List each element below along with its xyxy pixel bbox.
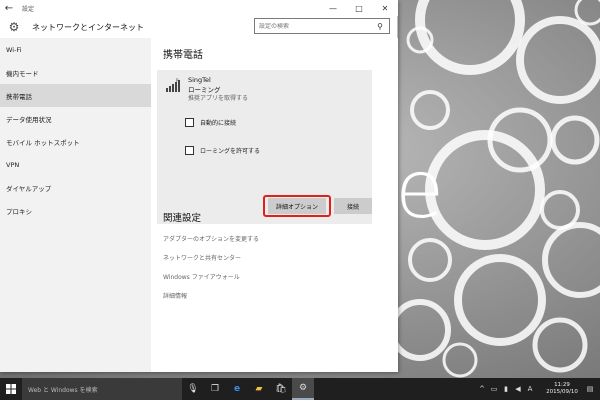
network-icon[interactable]: ▮ [500, 378, 512, 400]
back-button[interactable]: ← [0, 0, 18, 16]
sidebar-item-wifi[interactable]: Wi-Fi [0, 38, 151, 61]
taskbar: Web と Windows を検索 🎙 ❐ e ▰ 🛍 ⚙ ^ ▭ ▮ ◀ A … [0, 378, 600, 400]
auto-connect-checkbox[interactable] [185, 118, 194, 127]
sidebar-item-mobile-hotspot[interactable]: モバイル ホットスポット [0, 130, 151, 153]
windows-logo-icon [6, 384, 16, 394]
settings-header: ⚙ ネットワークとインターネット ⚲ [0, 16, 398, 38]
allow-roaming-row[interactable]: ローミングを許可する [185, 146, 260, 155]
search-input[interactable] [255, 22, 373, 30]
store-icon[interactable]: 🛍 [270, 378, 292, 400]
sidebar-item-cellular[interactable]: 携帯電話 [0, 84, 151, 107]
ime-icon[interactable]: A [524, 378, 536, 400]
network-card[interactable]: R SingTel ローミング 推奨アプリを取得する 自動的に接続 ローミングを… [157, 70, 372, 224]
edge-icon[interactable]: e [226, 378, 248, 400]
sidebar-item-data-usage[interactable]: データ使用状況 [0, 107, 151, 130]
settings-app-icon[interactable]: ⚙ [292, 378, 314, 400]
minimize-button[interactable]: — [320, 0, 346, 16]
link-more-info[interactable]: 詳細情報 [163, 291, 187, 300]
link-adapter-options[interactable]: アダプターのオプションを変更する [163, 234, 259, 243]
related-settings-title: 関連設定 [163, 213, 202, 224]
get-apps-link[interactable]: 推奨アプリを取得する [188, 93, 248, 102]
volume-icon[interactable]: ◀ [512, 378, 524, 400]
page-title: 携帯電話 [163, 50, 203, 61]
svg-text:R: R [176, 78, 179, 83]
close-button[interactable]: ✕ [372, 0, 398, 16]
link-network-sharing-center[interactable]: ネットワークと共有センター [163, 253, 241, 262]
advanced-options-button[interactable]: 詳細オプション [268, 198, 326, 214]
file-explorer-icon[interactable]: ▰ [248, 378, 270, 400]
link-windows-firewall[interactable]: Windows ファイアウォール [163, 272, 240, 281]
tray-chevron-icon[interactable]: ^ [476, 378, 488, 400]
search-icon[interactable]: ⚲ [373, 22, 387, 31]
auto-connect-row[interactable]: 自動的に接続 [185, 118, 236, 127]
notifications-icon[interactable]: ▤ [584, 385, 596, 393]
taskbar-search[interactable]: Web と Windows を検索 [22, 378, 182, 400]
sidebar-item-airplane-mode[interactable]: 機内モード [0, 61, 151, 84]
allow-roaming-label: ローミングを許可する [200, 148, 261, 155]
sidebar-item-vpn[interactable]: VPN [0, 153, 151, 176]
settings-window: ← 設定 — □ ✕ ⚙ ネットワークとインターネット ⚲ Wi-Fi 機内モー… [0, 0, 398, 372]
auto-connect-label: 自動的に接続 [200, 120, 237, 127]
gear-icon: ⚙ [8, 20, 20, 34]
sidebar-item-dialup[interactable]: ダイヤルアップ [0, 176, 151, 199]
clock[interactable]: 11:29 2015/09/10 [540, 382, 584, 396]
connect-button[interactable]: 接続 [334, 198, 372, 214]
clock-date: 2015/09/10 [546, 389, 578, 395]
task-view-icon[interactable]: ❐ [204, 378, 226, 400]
sidebar-item-proxy[interactable]: プロキシ [0, 199, 151, 222]
category-title: ネットワークとインターネット [32, 22, 144, 32]
content-pane: 携帯電話 R SingTel ローミング 推奨アプリを取得する 自動的に接続 ロ… [151, 38, 398, 372]
window-title: 設定 [22, 5, 35, 13]
sidebar: Wi-Fi 機内モード 携帯電話 データ使用状況 モバイル ホットスポット VP… [0, 38, 151, 372]
clock-time: 11:29 [554, 382, 570, 388]
mic-icon[interactable]: 🎙 [182, 378, 204, 400]
title-bar: ← 設定 — □ ✕ [0, 0, 398, 16]
system-tray: ^ ▭ ▮ ◀ A 11:29 2015/09/10 ▤ [476, 378, 596, 400]
network-name: SingTel [188, 76, 211, 84]
battery-icon[interactable]: ▭ [488, 378, 500, 400]
maximize-button[interactable]: □ [346, 0, 372, 16]
search-box[interactable]: ⚲ [254, 18, 390, 34]
window-controls: — □ ✕ [320, 0, 398, 16]
allow-roaming-checkbox[interactable] [185, 146, 194, 155]
start-button[interactable] [0, 378, 22, 400]
wallpaper-letter: e [395, 143, 445, 236]
signal-strength-icon: R [166, 78, 180, 92]
